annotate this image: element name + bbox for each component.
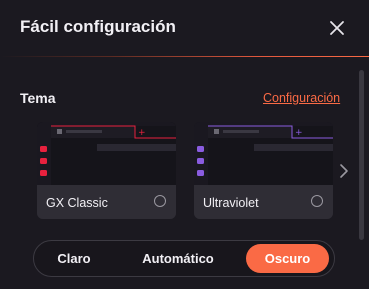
mode-option-automatico[interactable]: Automático <box>132 244 224 273</box>
chevron-right-icon[interactable] <box>338 162 350 180</box>
theme-radio-ultraviolet[interactable] <box>311 195 323 207</box>
mode-option-claro[interactable]: Claro <box>44 244 104 273</box>
theme-card-caption: GX Classic <box>37 185 176 219</box>
theme-card-gx-classic[interactable]: + GX Classic <box>37 122 176 219</box>
panel-header: Fácil configuración <box>0 0 369 58</box>
ultraviolet-preview: + <box>194 122 333 185</box>
theme-card-ultraviolet[interactable]: + Ultraviolet <box>194 122 333 219</box>
theme-radio-gx-classic[interactable] <box>154 195 166 207</box>
mode-option-oscuro[interactable]: Oscuro <box>246 244 329 273</box>
theme-card-label: Ultraviolet <box>203 196 259 210</box>
scrollbar[interactable] <box>359 70 364 240</box>
settings-link[interactable]: Configuración <box>263 91 340 105</box>
svg-text:+: + <box>295 128 303 138</box>
panel-title: Fácil configuración <box>20 17 176 36</box>
theme-card-label: GX Classic <box>46 196 108 210</box>
mode-selector: Claro Automático Oscuro <box>33 240 335 277</box>
gx-classic-preview: + <box>37 122 176 185</box>
close-icon[interactable] <box>326 17 348 39</box>
theme-card-caption: Ultraviolet <box>194 185 333 219</box>
header-divider <box>0 56 369 57</box>
theme-section-title: Tema <box>20 90 56 106</box>
svg-text:+: + <box>138 128 146 138</box>
